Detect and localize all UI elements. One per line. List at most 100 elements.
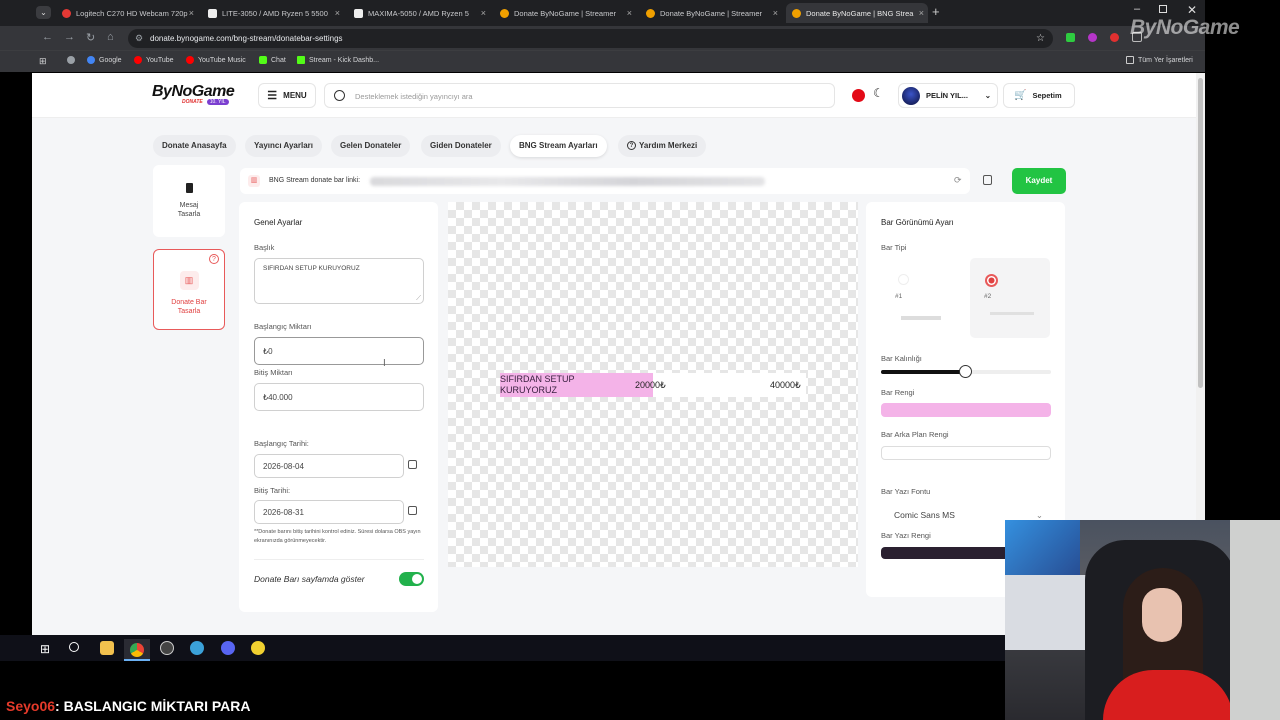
- bar-bg-color-swatch[interactable]: [881, 446, 1051, 460]
- resize-handle-icon[interactable]: ⟋: [416, 295, 421, 303]
- app-icon[interactable]: [251, 641, 265, 655]
- tab-donate-anasayfa[interactable]: Donate Anasayfa: [153, 135, 236, 157]
- start-amount-input[interactable]: ₺0: [254, 337, 424, 365]
- copy-icon[interactable]: [983, 175, 992, 185]
- side-item-label-line: Donate Bar: [171, 299, 207, 306]
- show-bar-toggle[interactable]: [399, 572, 424, 586]
- tab-gelen-donateler[interactable]: Gelen Donateler: [331, 135, 411, 157]
- tab-favicon-icon: [62, 8, 71, 18]
- reload-icon[interactable]: ↻: [86, 31, 95, 44]
- kick-icon: [297, 56, 305, 64]
- site-logo[interactable]: ByNoGame DONATE 10. YIL: [152, 83, 235, 105]
- forward-icon[interactable]: →: [64, 31, 75, 43]
- dark-mode-icon[interactable]: ☾: [873, 86, 884, 100]
- chat-icon: [259, 56, 267, 64]
- radio-button[interactable]: [898, 274, 909, 285]
- menu-button[interactable]: ☰ MENU: [258, 83, 316, 108]
- end-amount-input[interactable]: ₺40.000: [254, 383, 424, 411]
- all-bookmarks[interactable]: Tüm Yer İşaretleri: [1126, 56, 1193, 64]
- tab-favicon-icon: [354, 8, 363, 18]
- cart-label: Sepetim: [1032, 91, 1062, 100]
- calendar-icon[interactable]: [408, 460, 417, 469]
- home-icon[interactable]: ⌂: [107, 31, 114, 43]
- bar-type-option-1[interactable]: #1: [881, 258, 961, 338]
- back-icon[interactable]: ←: [42, 31, 53, 43]
- tab-bng-stream-ayarlari[interactable]: BNG Stream Ayarları: [510, 135, 607, 157]
- date-note: **Donate barını bitiş tarihini kontrol e…: [254, 529, 421, 544]
- tab-webcam[interactable]: Logitech C270 HD Webcam 720p ×: [56, 3, 198, 23]
- cart-button[interactable]: 🛒 Sepetim: [1003, 83, 1075, 108]
- tab-favicon-icon: [646, 8, 655, 18]
- side-item-label-line: Tasarla: [177, 308, 201, 315]
- side-item-donate-bar-tasarla[interactable]: ? ▥ Donate Bar Tasarla: [153, 249, 225, 330]
- title-value: SIFIRDAN SETUP KURUYORUZ: [263, 265, 360, 272]
- bar-color-swatch[interactable]: [881, 403, 1051, 417]
- bookmark-kick[interactable]: Stream - Kick Dashb...: [297, 56, 379, 64]
- close-icon[interactable]: ×: [627, 8, 632, 18]
- new-tab-button[interactable]: +: [932, 4, 940, 19]
- bookmark-chat[interactable]: Chat: [259, 56, 286, 64]
- minimize-button[interactable]: –: [1134, 3, 1140, 15]
- scrollbar-thumb[interactable]: [1198, 78, 1203, 388]
- save-button[interactable]: Kaydet: [1012, 168, 1066, 194]
- extension-icon[interactable]: [1088, 33, 1097, 42]
- start-date-input[interactable]: 2026-08-04: [254, 454, 404, 478]
- bookmark-label: YouTube Music: [198, 56, 246, 64]
- close-icon[interactable]: ×: [189, 8, 194, 18]
- maximize-button[interactable]: [1159, 5, 1167, 13]
- obs-icon[interactable]: [160, 641, 174, 655]
- windows-start-icon[interactable]: ⊞: [40, 642, 50, 656]
- bookmark-youtube-music[interactable]: YouTube Music: [186, 56, 246, 64]
- side-item-label: Mesaj Tasarla: [153, 201, 225, 219]
- thickness-slider-track[interactable]: [881, 365, 1051, 378]
- tab-yayinci-ayarlari[interactable]: Yayıncı Ayarları: [245, 135, 322, 157]
- app-icon[interactable]: [190, 641, 204, 655]
- text-cursor-icon: I: [383, 358, 386, 369]
- help-icon[interactable]: ?: [209, 254, 219, 264]
- extension-icon[interactable]: [1110, 33, 1119, 42]
- chrome-icon[interactable]: [124, 639, 150, 661]
- language-flag-icon[interactable]: [852, 89, 865, 102]
- tab-search-icon[interactable]: ⌄: [36, 6, 51, 19]
- tab-lite-3050[interactable]: LITE-3050 / AMD Ryzen 5 5500 ×: [202, 3, 344, 23]
- search-icon[interactable]: [69, 642, 79, 652]
- tab-donate-1[interactable]: Donate ByNoGame | Streamer ×: [494, 3, 636, 23]
- bookmark-star-icon[interactable]: ☆: [1036, 29, 1045, 48]
- menu-label: MENU: [283, 91, 307, 100]
- logo-sub: DONATE: [182, 99, 203, 105]
- tab-yardim-merkezi[interactable]: ? Yardım Merkezi: [618, 135, 707, 157]
- tab-label: Donate ByNoGame | Streamer: [514, 8, 616, 18]
- tab-donate-active[interactable]: Donate ByNoGame | BNG Strea ×: [786, 3, 928, 23]
- close-icon[interactable]: ×: [481, 8, 486, 18]
- close-icon[interactable]: ×: [335, 8, 340, 18]
- tab-donate-2[interactable]: Donate ByNoGame | Streamer ×: [640, 3, 782, 23]
- end-date-input[interactable]: 2026-08-31: [254, 500, 404, 524]
- close-icon[interactable]: ×: [919, 8, 924, 18]
- url-input[interactable]: ⚙ donate.bynogame.com/bng-stream/donateb…: [128, 29, 1053, 48]
- file-explorer-icon[interactable]: [100, 641, 114, 655]
- tab-label: Yardım Merkezi: [639, 141, 698, 150]
- streamer-search-input[interactable]: Desteklemek istediğin yayıncıyı ara: [324, 83, 835, 108]
- thickness-slider-handle[interactable]: [959, 365, 972, 378]
- extension-icon[interactable]: [1066, 33, 1075, 42]
- site-info-icon[interactable]: ⚙: [135, 29, 143, 48]
- address-bar: ← → ↻ ⌂ ⚙ donate.bynogame.com/bng-stream…: [0, 26, 1205, 50]
- close-window-button[interactable]: ✕: [1187, 3, 1197, 17]
- refresh-icon[interactable]: ⟳: [954, 175, 962, 186]
- user-menu[interactable]: PELİN YIL... ⌄: [898, 83, 998, 108]
- bookmark-youtube[interactable]: YouTube: [134, 56, 174, 64]
- calendar-icon[interactable]: [408, 506, 417, 515]
- tab-maxima-5050[interactable]: MAXIMA-5050 / AMD Ryzen 5 ×: [348, 3, 490, 23]
- close-icon[interactable]: ×: [773, 8, 778, 18]
- bookmark-google[interactable]: Google: [87, 56, 122, 64]
- tab-label: Donate ByNoGame | BNG Strea: [806, 8, 914, 18]
- bar-current-amount: 20000₺: [635, 380, 666, 390]
- bar-chart-icon: ▥: [179, 271, 199, 290]
- side-item-mesaj-tasarla[interactable]: Mesaj Tasarla: [153, 165, 225, 237]
- title-textarea[interactable]: SIFIRDAN SETUP KURUYORUZ ⟋: [254, 258, 424, 304]
- discord-icon[interactable]: [221, 641, 235, 655]
- tab-giden-donateler[interactable]: Giden Donateler: [421, 135, 501, 157]
- radio-button-selected[interactable]: [985, 274, 998, 287]
- apps-icon[interactable]: ⊞: [39, 56, 47, 67]
- bar-type-option-2[interactable]: #2: [970, 258, 1050, 338]
